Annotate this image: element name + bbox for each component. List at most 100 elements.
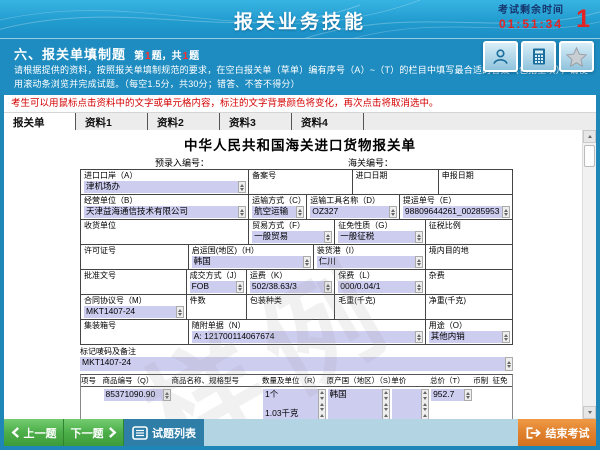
field-value-loading-port[interactable]: 仁川 xyxy=(317,256,415,268)
goods-origin-value[interactable]: 韩国 xyxy=(328,389,383,419)
goods-currency xyxy=(473,389,492,419)
user-button[interactable] xyxy=(483,41,518,72)
spinner-icon[interactable] xyxy=(318,389,326,419)
question-section-title: 六、报关单填制题 xyxy=(14,44,126,63)
tab-label: 资料1 xyxy=(85,115,112,130)
progress-text: 题，共 xyxy=(152,51,182,62)
spinner-icon[interactable] xyxy=(464,389,472,401)
field-package-count: 件数 xyxy=(187,295,247,319)
field-value-usage[interactable]: 其他内销 xyxy=(429,331,502,343)
spinner-icon[interactable] xyxy=(415,256,423,268)
goods-levy xyxy=(493,389,512,419)
spinner-icon[interactable] xyxy=(415,281,423,293)
quantity-line-2: 1.03千克 xyxy=(265,408,316,419)
col-levy-exemption: 征免 xyxy=(493,375,512,386)
question-progress: 第1题，共1题 xyxy=(134,47,199,62)
scroll-down-button[interactable] xyxy=(583,406,596,419)
spinner-icon[interactable] xyxy=(236,281,244,293)
goods-code-value[interactable]: 85371090.90 xyxy=(104,389,163,401)
declaration-title: 中华人民共和国海关进口货物报关单 xyxy=(4,134,596,154)
tab-label: 资料2 xyxy=(157,115,184,130)
field-label: 征免性质（G） xyxy=(338,221,423,231)
up-arrow-icon xyxy=(417,234,421,237)
field-value-marks[interactable]: MKT1407-24 xyxy=(80,357,505,371)
spinner-icon[interactable] xyxy=(502,206,510,218)
field-value-insurance[interactable]: 000/0.04/1 xyxy=(338,281,415,293)
spinner-icon[interactable] xyxy=(502,331,510,343)
scrollbar-thumb[interactable] xyxy=(584,145,595,167)
goods-unit-price-value[interactable] xyxy=(392,389,421,419)
field-value-bill-no[interactable]: 98809644261_00285953 xyxy=(403,206,502,218)
down-arrow-icon xyxy=(238,288,242,291)
down-arrow-icon xyxy=(423,397,427,400)
spinner-icon[interactable] xyxy=(324,231,332,243)
spinner-icon[interactable] xyxy=(389,206,397,218)
vertical-scrollbar[interactable] xyxy=(582,130,596,419)
calculator-button[interactable] xyxy=(521,41,556,72)
tab-declaration[interactable]: 报关单 xyxy=(4,113,76,131)
scroll-up-button[interactable] xyxy=(583,130,596,143)
field-tax-ratio: 征税比例 xyxy=(426,220,512,244)
up-arrow-icon xyxy=(384,414,388,417)
tab-material-3[interactable]: 资料3 xyxy=(220,113,292,131)
favorite-button[interactable] xyxy=(559,41,594,72)
up-arrow-icon xyxy=(298,209,302,212)
field-operator-unit: 经营单位（B） 天津益海通信技术有限公司 xyxy=(81,195,249,219)
previous-question-button[interactable]: 上一题 xyxy=(4,419,64,446)
field-label: 批准文号 xyxy=(84,271,184,281)
table-row: 经营单位（B） 天津益海通信技术有限公司 运输方式（C） 航空运输 运输工具名称… xyxy=(81,195,512,220)
progress-total: 1 xyxy=(182,51,190,62)
spinner-icon[interactable] xyxy=(421,389,429,419)
field-label: 申报日期 xyxy=(442,171,510,181)
down-arrow-icon xyxy=(384,397,388,400)
tab-material-4[interactable]: 资料4 xyxy=(292,113,364,131)
field-value-freight[interactable]: 502/38.63/3 xyxy=(250,281,324,293)
up-arrow-icon xyxy=(466,392,470,395)
field-value-attached-documents[interactable]: A: 121700114067674 xyxy=(192,331,415,343)
field-value-import-port[interactable]: 津机场办 xyxy=(84,181,238,193)
field-value-departure-country[interactable]: 韩国 xyxy=(192,256,303,268)
spinner-icon[interactable] xyxy=(296,206,304,218)
table-row: 许可证号 启运国(地区)（H） 韩国 装货港（I） 仁川 境内目的地 xyxy=(81,245,512,270)
spinner-icon[interactable] xyxy=(382,389,390,419)
spinner-icon[interactable] xyxy=(415,331,423,343)
down-arrow-icon xyxy=(384,408,388,411)
field-value-levy-nature[interactable]: 一般征税 xyxy=(338,231,415,243)
field-value-transport-mode[interactable]: 航空运输 xyxy=(252,206,296,218)
next-question-button[interactable]: 下一题 xyxy=(64,419,124,446)
spinner-icon[interactable] xyxy=(238,181,246,193)
end-exam-button[interactable]: 结束考试 xyxy=(518,419,596,446)
field-value-transaction-mode[interactable]: FOB xyxy=(190,281,236,293)
field-value-transport-tool[interactable]: OZ327 xyxy=(310,206,389,218)
down-arrow-icon xyxy=(588,411,592,414)
down-arrow-icon xyxy=(298,213,302,216)
col-item-no: 项号 xyxy=(81,375,103,386)
goods-item-no xyxy=(81,389,103,419)
field-value-trade-mode[interactable]: 一般贸易 xyxy=(252,231,324,243)
spinner-icon[interactable] xyxy=(163,389,171,401)
spinner-icon[interactable] xyxy=(303,256,311,268)
spinner-icon[interactable] xyxy=(415,231,423,243)
quantity-line-1: 1个 xyxy=(265,389,316,400)
goods-total-value[interactable]: 952.7 xyxy=(431,389,464,401)
field-container-no: 集装箱号 xyxy=(81,320,189,344)
question-list-button[interactable]: 试题列表 xyxy=(124,419,204,446)
goods-quantity: 1个 1.03千克 xyxy=(262,389,327,419)
field-net-weight: 净重(千克) xyxy=(426,295,512,319)
goods-quantity-value[interactable]: 1个 1.03千克 xyxy=(263,389,318,419)
up-arrow-icon xyxy=(504,209,508,212)
tab-material-1[interactable]: 资料1 xyxy=(76,113,148,131)
spinner-icon[interactable] xyxy=(176,306,184,318)
up-arrow-icon xyxy=(423,414,427,417)
spinner-icon[interactable] xyxy=(238,206,246,218)
spinner-icon[interactable] xyxy=(324,281,332,293)
spinner-icon[interactable] xyxy=(505,357,513,371)
field-label: 进口口岸（A） xyxy=(84,171,246,181)
tab-material-2[interactable]: 资料2 xyxy=(148,113,220,131)
field-value-contract-no[interactable]: MKT1407-24 xyxy=(84,306,176,318)
field-value-operator-unit[interactable]: 天津益海通信技术有限公司 xyxy=(84,206,238,218)
field-import-date: 进口日期 xyxy=(353,170,439,194)
table-row: 批准文号 成交方式（J） FOB 运费（K） 502/38.63/3 保费（L）… xyxy=(81,270,512,295)
progress-current: 1 xyxy=(144,51,152,62)
field-label: 运输方式（C） xyxy=(252,196,304,206)
